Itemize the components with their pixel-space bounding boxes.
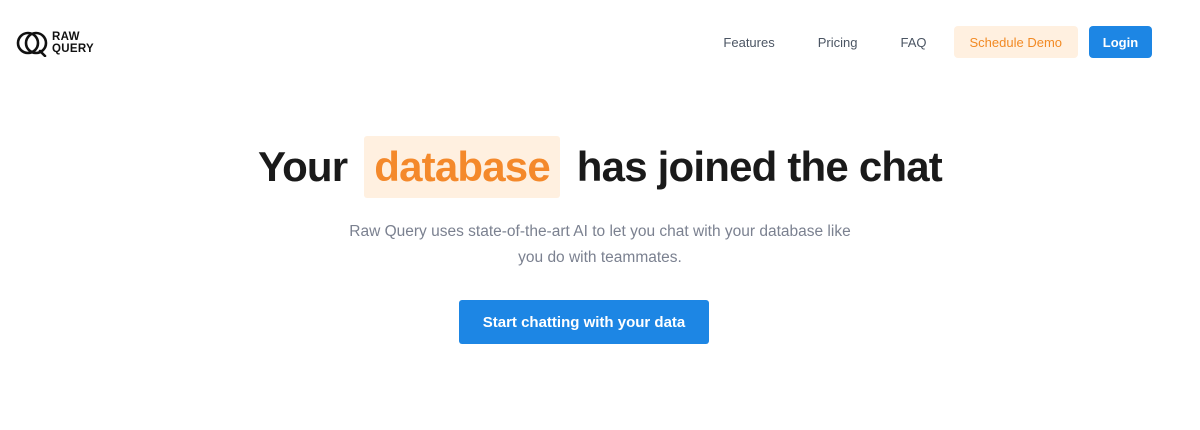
brand-wordmark: RAW QUERY bbox=[52, 31, 94, 55]
nav-link-pricing[interactable]: Pricing bbox=[818, 35, 858, 50]
brand-wordmark-line2: QUERY bbox=[52, 43, 94, 55]
hero-title: Your database has joined the chat bbox=[0, 136, 1200, 198]
hero-title-after: has joined the chat bbox=[576, 143, 943, 190]
brand-logo[interactable]: RAW QUERY bbox=[16, 28, 94, 58]
brand-wordmark-line1: RAW bbox=[52, 31, 80, 43]
nav-link-faq[interactable]: FAQ bbox=[900, 35, 926, 50]
main-nav: Features Pricing FAQ Schedule Demo Login bbox=[723, 26, 1152, 58]
hero-subtitle: Raw Query uses state-of-the-art AI to le… bbox=[300, 219, 900, 271]
nav-link-features[interactable]: Features bbox=[723, 35, 774, 50]
schedule-demo-button[interactable]: Schedule Demo bbox=[953, 26, 1078, 58]
login-button[interactable]: Login bbox=[1089, 26, 1152, 58]
hero-title-before: Your bbox=[257, 143, 348, 190]
hero-title-highlight: database bbox=[364, 136, 560, 198]
landing-page: RAW QUERY Features Pricing FAQ Schedule … bbox=[0, 0, 1200, 430]
site-header: RAW QUERY Features Pricing FAQ Schedule … bbox=[0, 0, 1200, 84]
hero-subtitle-line2: you do with teammates. bbox=[518, 249, 682, 266]
double-ring-logo-icon bbox=[16, 31, 48, 57]
hero-subtitle-line1: Raw Query uses state-of-the-art AI to le… bbox=[349, 223, 851, 240]
start-chatting-button[interactable]: Start chatting with your data bbox=[459, 300, 709, 344]
